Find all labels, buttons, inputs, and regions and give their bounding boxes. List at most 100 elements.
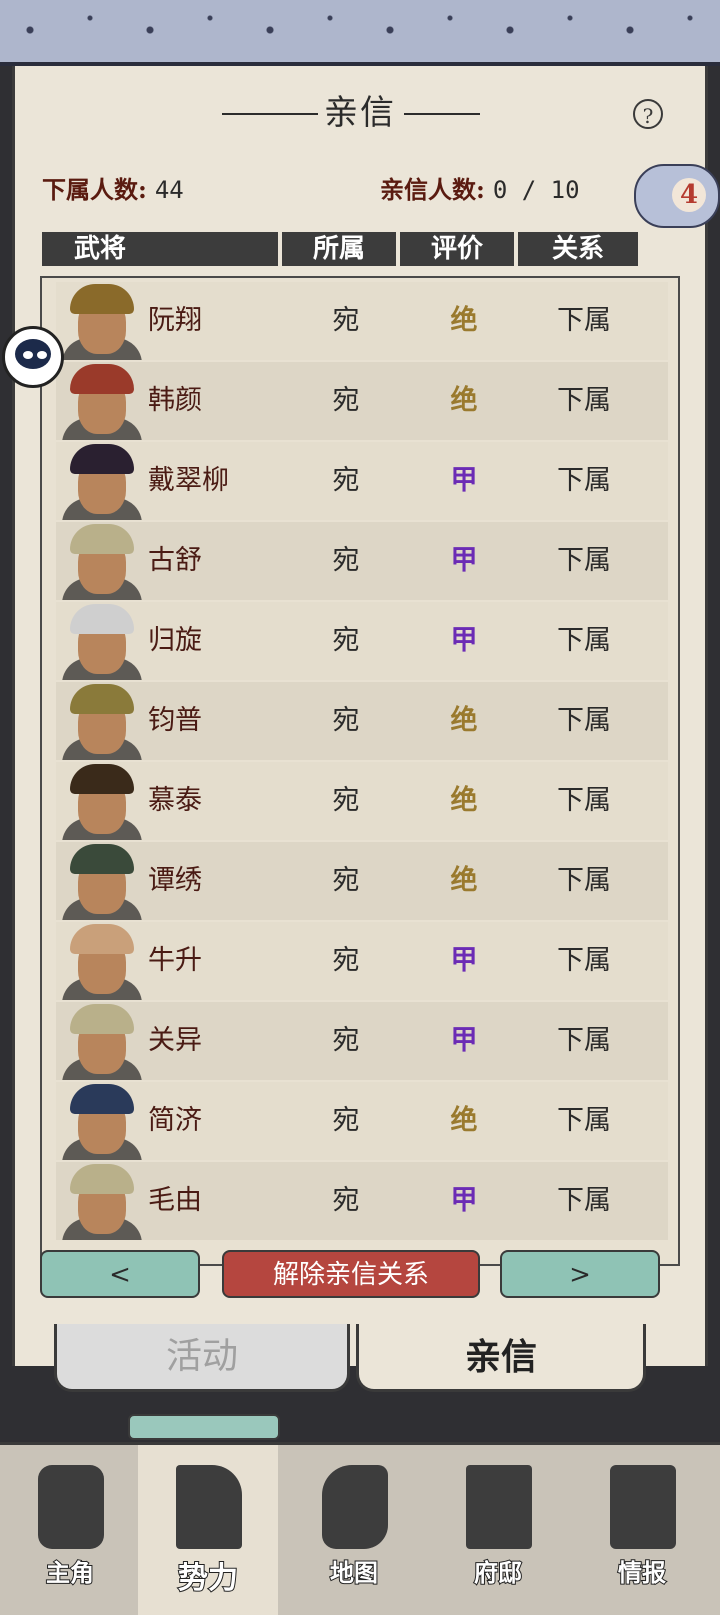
general-relation: 下属 xyxy=(557,1025,611,1056)
column-header-faction: 所属 xyxy=(282,232,396,266)
nav-label: 势力 xyxy=(177,1560,239,1597)
general-rating: 甲 xyxy=(450,545,478,576)
general-row[interactable]: 钧普 宛 绝 下属 xyxy=(56,682,668,760)
column-header-rating: 评价 xyxy=(400,232,514,266)
general-row[interactable]: 谭绣 宛 绝 下属 xyxy=(56,842,668,920)
general-portrait xyxy=(56,1002,146,1080)
column-header-general: 武将 xyxy=(42,232,278,266)
general-name: 韩颜 xyxy=(148,385,202,416)
notification-count: 4 xyxy=(672,178,706,212)
subordinates-label: 下属人数: xyxy=(42,175,147,204)
general-faction: 宛 xyxy=(332,1185,360,1216)
general-row[interactable]: 韩颜 宛 绝 下属 xyxy=(56,362,668,440)
general-name: 古舒 xyxy=(148,545,202,576)
general-faction: 宛 xyxy=(332,1105,360,1136)
confidants-label: 亲信人数: xyxy=(380,175,485,204)
tab-confidant[interactable]: 亲信 xyxy=(356,1324,646,1392)
general-rating: 绝 xyxy=(450,865,478,896)
general-relation: 下属 xyxy=(557,465,611,496)
help-icon[interactable]: ? xyxy=(633,99,663,129)
palace-icon xyxy=(466,1465,532,1549)
general-row[interactable]: 慕泰 宛 绝 下属 xyxy=(56,762,668,840)
general-row[interactable]: 牛升 宛 甲 下属 xyxy=(56,922,668,1000)
general-relation: 下属 xyxy=(557,705,611,736)
general-portrait xyxy=(56,442,146,520)
column-header-relation: 关系 xyxy=(518,232,638,266)
general-name: 戴翠柳 xyxy=(148,465,229,496)
general-name: 钧普 xyxy=(148,705,202,736)
general-faction: 宛 xyxy=(332,705,360,736)
confidants-value: 0 / 10 xyxy=(492,176,580,204)
general-relation: 下属 xyxy=(557,305,611,336)
scroll-icon xyxy=(610,1465,676,1549)
nav-label: 主角 xyxy=(45,1557,95,1588)
tab-activity[interactable]: 活动 xyxy=(54,1324,350,1392)
general-name: 阮翔 xyxy=(148,305,202,336)
general-row[interactable]: 毛由 宛 甲 下属 xyxy=(56,1162,668,1240)
general-list[interactable]: 阮翔宛绝下属 韩颜宛绝下属 戴翠柳宛甲下属 古舒宛甲下属 归旋宛甲下属 钧普宛绝下属 慕泰宛… xyxy=(40,276,680,1266)
general-portrait xyxy=(56,362,146,440)
general-rating: 甲 xyxy=(450,465,478,496)
flag-icon xyxy=(176,1465,242,1549)
general-faction: 宛 xyxy=(332,545,360,576)
notification-cloud-badge[interactable]: 4 xyxy=(634,164,720,228)
page-title: 亲信 xyxy=(324,93,396,133)
map-icon xyxy=(322,1465,388,1549)
page-title-wrap: 亲信 xyxy=(0,88,720,138)
general-name: 慕泰 xyxy=(148,785,202,816)
general-faction: 宛 xyxy=(332,385,360,416)
general-name: 关异 xyxy=(148,1025,202,1056)
nav-map[interactable]: 地图 xyxy=(284,1445,424,1615)
general-row[interactable]: 戴翠柳 宛 甲 下属 xyxy=(56,442,668,520)
warrior-icon xyxy=(38,1465,104,1549)
general-faction: 宛 xyxy=(332,865,360,896)
general-relation: 下属 xyxy=(557,785,611,816)
general-relation: 下属 xyxy=(557,625,611,656)
general-rating: 绝 xyxy=(450,785,478,816)
nav-faction[interactable]: 势力 xyxy=(138,1445,278,1615)
general-faction: 宛 xyxy=(332,785,360,816)
general-portrait xyxy=(56,762,146,840)
nav-protagonist[interactable]: 主角 xyxy=(0,1445,140,1615)
prev-page-button[interactable]: < xyxy=(40,1250,200,1298)
general-rating: 甲 xyxy=(450,945,478,976)
general-relation: 下属 xyxy=(557,545,611,576)
general-relation: 下属 xyxy=(557,945,611,976)
general-rating: 绝 xyxy=(450,305,478,336)
general-relation: 下属 xyxy=(557,1105,611,1136)
next-page-button[interactable]: > xyxy=(500,1250,660,1298)
general-relation: 下属 xyxy=(557,865,611,896)
table-header: 武将 所属 评价 关系 xyxy=(42,232,658,266)
subordinates-stat: 下属人数: 44 xyxy=(42,170,184,205)
general-row[interactable]: 简济 宛 绝 下属 xyxy=(56,1082,668,1160)
general-row[interactable]: 归旋 宛 甲 下属 xyxy=(56,602,668,680)
bottom-nav: 主角 势力 地图 府邸 情报 xyxy=(0,1442,720,1615)
general-name: 简济 xyxy=(148,1105,202,1136)
general-portrait xyxy=(56,602,146,680)
nav-intel[interactable]: 情报 xyxy=(572,1445,712,1615)
remove-confidant-button[interactable]: 解除亲信关系 xyxy=(222,1250,480,1298)
floating-assistant-icon[interactable] xyxy=(2,326,64,388)
general-name: 谭绣 xyxy=(148,865,202,896)
general-faction: 宛 xyxy=(332,945,360,976)
general-portrait xyxy=(56,682,146,760)
general-row[interactable]: 阮翔 宛 绝 下属 xyxy=(56,282,668,360)
nav-label: 地图 xyxy=(329,1557,379,1588)
decorative-top-band xyxy=(0,0,720,66)
general-row[interactable]: 古舒 宛 甲 下属 xyxy=(56,522,668,600)
general-portrait xyxy=(56,922,146,1000)
general-rating: 甲 xyxy=(450,1025,478,1056)
general-rating: 绝 xyxy=(450,385,478,416)
general-rating: 甲 xyxy=(450,625,478,656)
general-rating: 绝 xyxy=(450,1105,478,1136)
general-faction: 宛 xyxy=(332,305,360,336)
general-name: 毛由 xyxy=(148,1185,202,1216)
nav-label: 府邸 xyxy=(473,1557,523,1588)
general-row[interactable]: 关异 宛 甲 下属 xyxy=(56,1002,668,1080)
general-rating: 甲 xyxy=(450,1185,478,1216)
nav-residence[interactable]: 府邸 xyxy=(428,1445,568,1615)
general-portrait xyxy=(56,282,146,360)
general-portrait xyxy=(56,1082,146,1160)
general-faction: 宛 xyxy=(332,625,360,656)
general-faction: 宛 xyxy=(332,1025,360,1056)
